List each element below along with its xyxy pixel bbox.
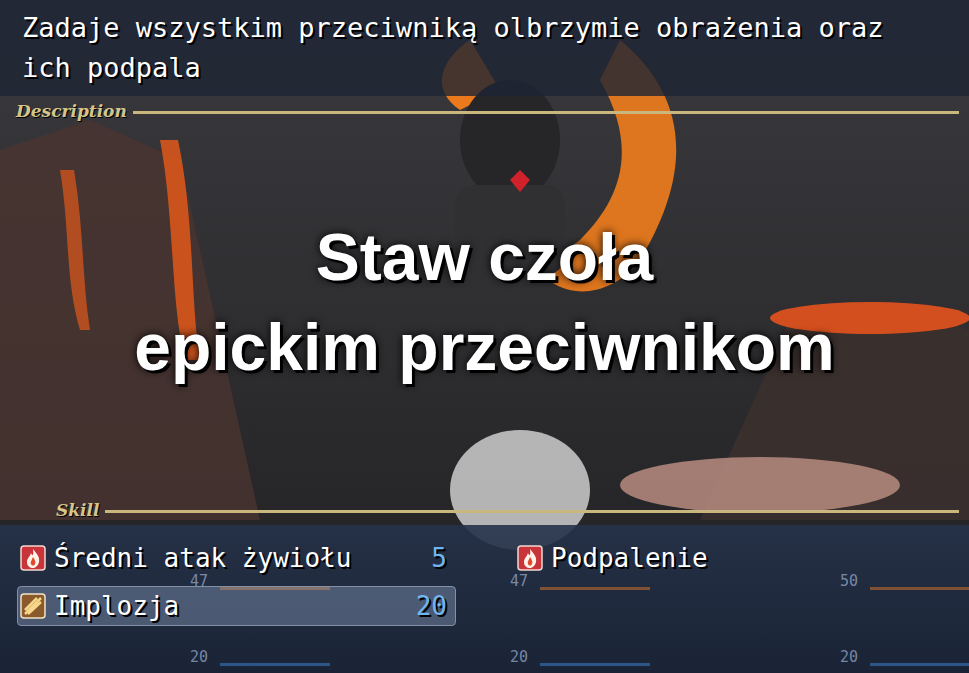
description-text: Zadaje wszystkim przeciwniką olbrzymie o… xyxy=(22,8,947,88)
mp-gauge xyxy=(220,663,330,666)
skill-window: 472047205020 Średni atak żywiołu5Podpale… xyxy=(0,525,969,673)
caption-line: Staw czoła xyxy=(316,219,653,295)
fire-icon xyxy=(517,545,543,571)
hp-gauge xyxy=(870,587,969,590)
skill-item[interactable]: Podpalenie xyxy=(515,539,952,577)
hp-gauge xyxy=(540,587,650,590)
caption-line: epickim przeciwnikom xyxy=(134,309,835,385)
skill-border: Skill xyxy=(0,497,969,525)
mp-gauge xyxy=(870,663,969,666)
skill-name: Średni atak żywiołu xyxy=(54,542,423,574)
description-window: Zadaje wszystkim przeciwniką olbrzymie o… xyxy=(0,0,969,96)
scene-area: Description Staw czoła epickim przeciwnik… xyxy=(0,96,969,525)
fire-icon xyxy=(20,545,46,571)
caption: Staw czoła epickim przeciwnikom xyxy=(0,126,969,497)
skill-item[interactable]: Implozja20 xyxy=(18,587,455,625)
mp-value: 20 xyxy=(840,649,858,665)
skill-name: Implozja xyxy=(54,590,408,622)
hp-value: 50 xyxy=(840,573,858,589)
skill-cost: 20 xyxy=(416,590,453,622)
skill-window-label: Skill xyxy=(0,498,105,524)
description-label: Description xyxy=(0,99,133,125)
game-screen: Zadaje wszystkim przeciwniką olbrzymie o… xyxy=(0,0,969,673)
mp-value: 20 xyxy=(190,649,208,665)
hp-value: 47 xyxy=(510,573,528,589)
skill-name: Podpalenie xyxy=(551,542,936,574)
mp-value: 20 xyxy=(510,649,528,665)
skill-cost: 5 xyxy=(431,542,453,574)
mp-gauge xyxy=(540,663,650,666)
skill-item[interactable]: Średni atak żywiołu5 xyxy=(18,539,455,577)
implosion-icon xyxy=(20,593,46,619)
description-border: Description xyxy=(0,98,969,126)
